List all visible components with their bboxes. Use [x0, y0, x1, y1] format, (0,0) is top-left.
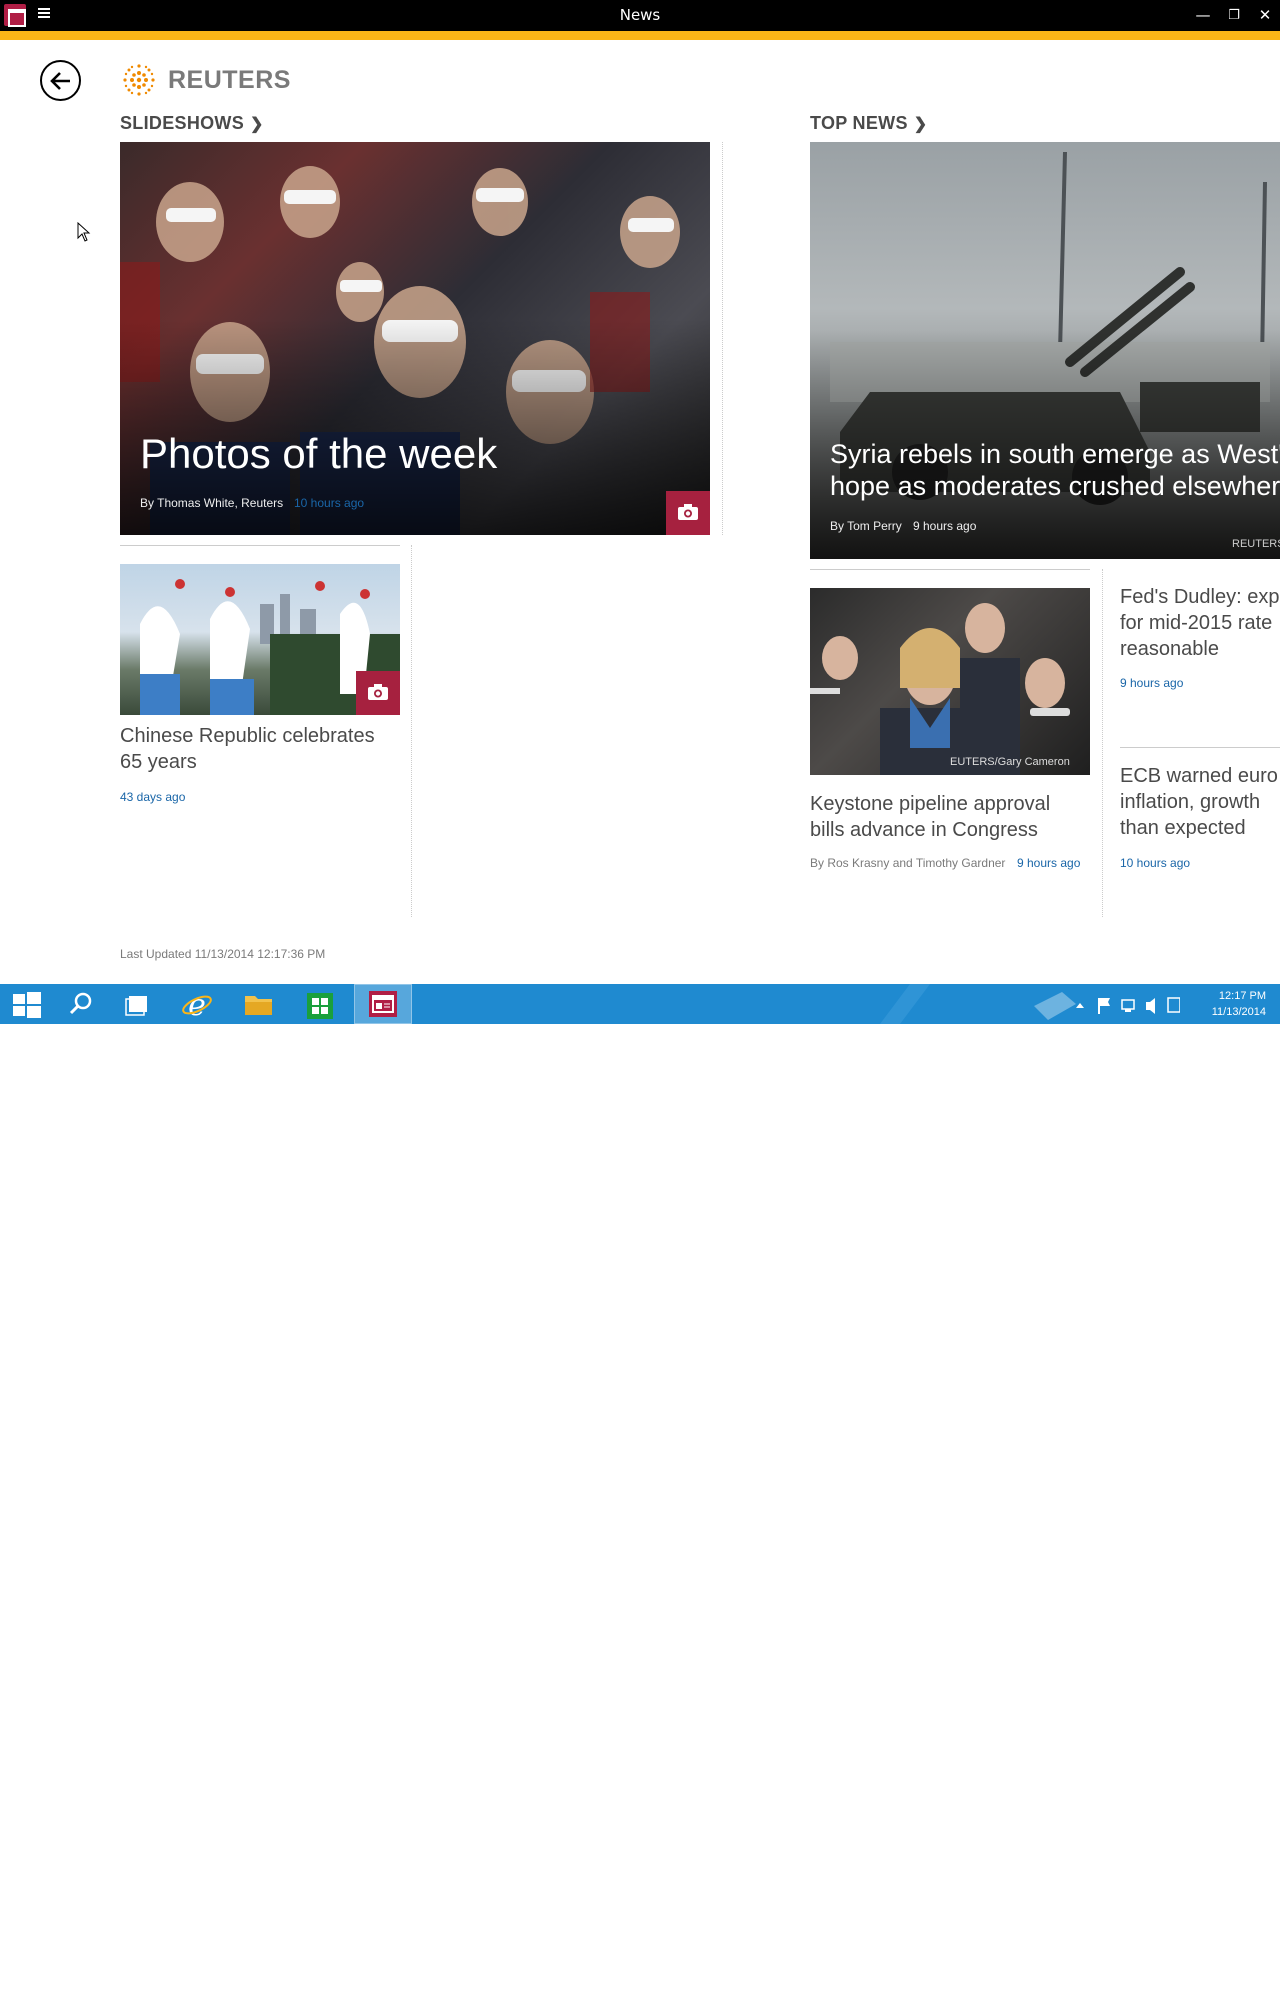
column-divider — [411, 545, 412, 917]
watermark-text: The Collection Book — [1092, 1972, 1245, 1991]
top-news-hero-title: Syria rebels in south emerge as West's h… — [830, 438, 1280, 502]
title-line: Chinese Republic celebrates — [120, 725, 375, 747]
mouse-cursor-icon — [77, 222, 91, 242]
store-bag-icon — [307, 993, 333, 1019]
top-news-heading-label: TOP NEWS — [810, 113, 908, 133]
reuters-dots-icon — [123, 64, 155, 96]
back-arrow-icon — [50, 72, 70, 90]
slideshow-hero-tile[interactable]: Photos of the week By Thomas White, Reut… — [120, 142, 710, 535]
card-divider — [1120, 747, 1280, 748]
top-news-hero-byline: By Tom Perry — [830, 519, 902, 533]
fed-dudley-title[interactable]: Fed's Dudley: exp for mid-2015 rate reas… — [1120, 584, 1279, 662]
task-view-button[interactable] — [110, 984, 164, 1024]
start-button[interactable] — [0, 984, 54, 1024]
internet-explorer-icon: e — [182, 988, 212, 1023]
minimize-button[interactable]: — — [1188, 0, 1218, 31]
source-name: REUTERS — [168, 65, 291, 94]
svg-text:e: e — [188, 988, 206, 1023]
file-explorer-button[interactable] — [231, 984, 285, 1024]
camera-icon — [368, 684, 388, 700]
chinese-republic-time: 43 days ago — [120, 790, 186, 804]
last-updated: Last Updated 11/13/2014 12:17:36 PM — [120, 947, 326, 961]
title-line: Fed's Dudley: exp — [1120, 586, 1280, 608]
ecb-time: 10 hours ago — [1120, 856, 1191, 870]
column-divider — [1102, 569, 1103, 917]
clock-date[interactable]: 11/13/2014 — [1196, 1006, 1266, 1018]
photo-credit: EUTERS/Gary Cameron — [950, 756, 1070, 768]
chinese-republic-title[interactable]: Chinese Republic celebrates 65 years — [120, 723, 375, 775]
top-news-hero-tile[interactable]: Syria rebels in south emerge as West's h… — [810, 142, 1280, 559]
accent-bar — [0, 31, 1280, 40]
back-button[interactable] — [40, 60, 81, 101]
system-tray-icons[interactable] — [1070, 984, 1180, 1024]
photo-credit: REUTERS — [1232, 538, 1280, 550]
news-app-icon — [369, 991, 397, 1017]
title-line: for mid-2015 rate — [1120, 612, 1273, 634]
title-line: ECB warned euro — [1120, 765, 1278, 787]
slideshow-badge — [666, 491, 710, 535]
search-icon — [69, 992, 92, 1015]
ecb-title[interactable]: ECB warned euro inflation, growth than e… — [1120, 763, 1278, 841]
keystone-title[interactable]: Keystone pipeline approval bills advance… — [810, 791, 1050, 843]
slideshow-hero-byline: By Thomas White, Reuters — [140, 496, 284, 510]
close-button[interactable]: ✕ — [1250, 0, 1280, 31]
slideshows-heading[interactable]: SLIDESHOWS ❯ — [120, 113, 264, 134]
taskbar: e The Collection Book 12:17 PM 11/13/201… — [0, 984, 1280, 1991]
title-bar: News — ❐ ✕ — [0, 0, 1280, 31]
camera-icon — [678, 504, 698, 520]
window-title: News — [619, 6, 661, 24]
windows-logo-icon — [13, 992, 41, 1018]
keystone-time: 9 hours ago — [1017, 856, 1081, 870]
chevron-right-icon: ❯ — [913, 116, 928, 133]
taskbar-decoration — [880, 984, 930, 1024]
congress-press-photo — [810, 603, 1070, 775]
restore-button[interactable]: ❐ — [1219, 0, 1249, 31]
slideshow-hero-title: Photos of the week — [140, 430, 498, 477]
top-news-hero-time: 9 hours ago — [913, 519, 977, 533]
title-line: hope as moderates crushed elsewhere — [830, 471, 1280, 501]
title-line: Keystone pipeline approval — [810, 793, 1051, 815]
news-taskbar-button[interactable] — [354, 984, 412, 1024]
chevron-right-icon: ❯ — [250, 116, 264, 133]
clock-time[interactable]: 12:17 PM — [1196, 990, 1266, 1002]
column-divider — [722, 142, 723, 535]
card-divider — [810, 569, 1090, 570]
search-button[interactable] — [54, 984, 108, 1024]
slideshows-heading-label: SLIDESHOWS — [120, 113, 245, 133]
title-line: 65 years — [120, 751, 197, 773]
keystone-byline: By Ros Krasny and Timothy Gardner — [810, 856, 1006, 870]
fed-dudley-time: 9 hours ago — [1120, 676, 1184, 690]
top-news-heading[interactable]: TOP NEWS ❯ — [810, 113, 927, 134]
title-line: reasonable — [1120, 638, 1219, 660]
title-line: bills advance in Congress — [810, 819, 1038, 841]
folder-icon — [245, 996, 272, 1015]
card-divider — [120, 545, 400, 546]
internet-explorer-button[interactable]: e — [170, 984, 224, 1024]
title-line: inflation, growth — [1120, 791, 1261, 813]
slideshow-hero-time: 10 hours ago — [294, 496, 365, 510]
keystone-tile[interactable]: EUTERS/Gary Cameron — [810, 588, 1090, 775]
title-line: than expected — [1120, 817, 1246, 839]
title-line: Syria rebels in south emerge as West's — [830, 439, 1280, 469]
task-view-icon — [125, 996, 147, 1016]
chinese-republic-tile[interactable] — [120, 564, 400, 715]
slideshow-badge — [356, 671, 400, 715]
store-button[interactable] — [293, 984, 347, 1024]
reuters-logo: REUTERS — [120, 62, 291, 98]
